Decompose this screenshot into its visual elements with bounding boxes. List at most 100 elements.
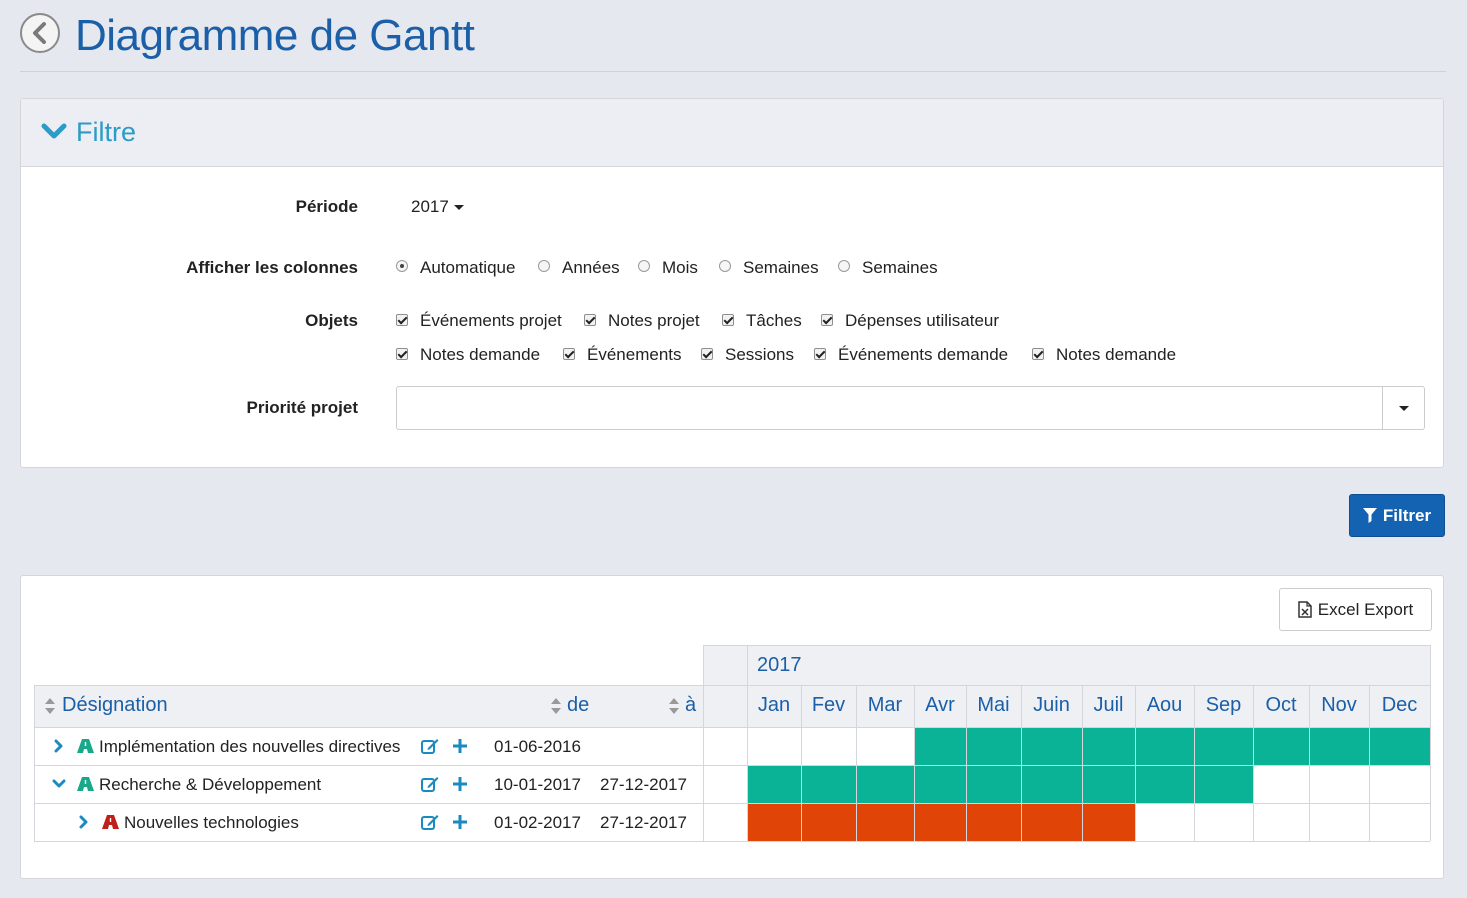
gantt-panel: Excel Export 2017 Jan Fev Mar Avr Mai Juin Juil… (20, 575, 1444, 879)
gantt-month-label: Juin (1033, 694, 1070, 716)
back-button[interactable] (20, 13, 60, 53)
periode-dropdown[interactable]: 2017 (411, 197, 464, 217)
colonnes-option-label: Mois (662, 258, 698, 277)
grid-line (34, 841, 1430, 842)
colonnes-label: Afficher les colonnes (186, 258, 358, 277)
gantt-month-label: Nov (1321, 694, 1357, 716)
gantt-month-label: Jan (757, 694, 791, 716)
row-start-date: 01-02-2017 (494, 813, 581, 832)
row-end-date: 27-12-2017 (600, 813, 687, 832)
gantt-bar-segment (747, 803, 801, 841)
priorite-dropdown-toggle[interactable] (1382, 387, 1424, 429)
priorite-select[interactable] (396, 386, 1425, 430)
excel-export-button[interactable]: Excel Export (1279, 588, 1432, 631)
gantt-bar-segment (801, 765, 856, 803)
colonnes-radio-4[interactable] (719, 260, 731, 272)
edit-icon[interactable] (421, 738, 439, 754)
grid-line (34, 727, 1430, 728)
column-header-de[interactable]: de (567, 694, 589, 717)
colonnes-option-label: Semaines (862, 258, 938, 277)
priorite-label: Priorité projet (246, 398, 358, 417)
column-header-designation[interactable]: Désignation (62, 694, 168, 717)
objets-checkbox[interactable] (584, 314, 596, 326)
gantt-bar-segment (856, 765, 914, 803)
row-name[interactable]: Implémentation des nouvelles directives (99, 737, 400, 757)
row-start-date: 01-06-2016 (494, 737, 581, 756)
row-name[interactable]: Nouvelles technologies (124, 813, 299, 833)
gantt-bar-segment (966, 727, 1021, 765)
periode-label: Période (295, 197, 358, 216)
objets-checkbox[interactable] (1032, 348, 1044, 360)
objets-option-label: Dépenses utilisateur (845, 311, 1000, 330)
chevron-right-icon[interactable] (77, 815, 91, 829)
sort-icon[interactable] (551, 698, 561, 714)
objets-checkbox[interactable] (701, 348, 713, 360)
objets-checkbox[interactable] (722, 314, 734, 326)
grid-line (34, 803, 1430, 804)
objets-option-label: Événements demande (838, 345, 1009, 364)
chevron-down-icon (41, 123, 67, 139)
plus-icon[interactable] (453, 739, 467, 753)
gantt-month-label: Aou (1146, 694, 1183, 716)
gantt-bar-segment (1021, 727, 1082, 765)
column-header-a[interactable]: à (685, 694, 696, 717)
edit-icon[interactable] (421, 776, 439, 792)
gantt-month-label: Mar (867, 694, 903, 716)
gantt-bar-segment (1082, 765, 1135, 803)
objets-checkbox[interactable] (563, 348, 575, 360)
chevron-right-icon[interactable] (52, 739, 66, 753)
colonnes-option-label: Automatique (420, 258, 516, 277)
plus-icon[interactable] (453, 777, 467, 791)
grid-line (1430, 645, 1431, 841)
colonnes-radio-2[interactable] (538, 260, 550, 272)
caret-down-icon (1398, 405, 1409, 411)
gantt-bar-segment (1021, 803, 1082, 841)
grid-line (747, 645, 748, 841)
gantt-bar-segment (1021, 765, 1082, 803)
objets-checkbox[interactable] (814, 348, 826, 360)
gantt-bar-segment (856, 803, 914, 841)
sort-icon[interactable] (669, 698, 679, 714)
chevron-left-icon (33, 22, 46, 44)
plus-icon[interactable] (453, 815, 467, 829)
gantt-bar-segment (1135, 765, 1194, 803)
gantt-year-header (703, 645, 1430, 685)
edit-icon[interactable] (421, 814, 439, 830)
gantt-month-label: Oct (1265, 694, 1297, 716)
gantt-month-label: Sep (1205, 694, 1242, 716)
gantt-bar-segment (747, 765, 801, 803)
colonnes-option-label: Semaines (743, 258, 819, 277)
row-name[interactable]: Recherche & Développement (99, 775, 321, 795)
objets-option-label: Notes demande (420, 345, 541, 364)
gantt-bar-segment (1082, 803, 1135, 841)
objets-option-label: Notes demande (1056, 345, 1177, 364)
objets-option-label: Événements projet (420, 311, 562, 330)
gantt-bar-segment (1194, 765, 1253, 803)
page-title: Diagramme de Gantt (75, 11, 475, 60)
objets-option-label: Événements (587, 345, 682, 364)
colonnes-radio-1[interactable] (396, 260, 408, 272)
objets-checkbox[interactable] (821, 314, 833, 326)
row-end-date: 27-12-2017 (600, 775, 687, 794)
gantt-bar-segment (1194, 727, 1253, 765)
filter-button[interactable]: Filtrer (1349, 494, 1445, 537)
road-icon (102, 815, 119, 829)
gantt-bar-segment (914, 727, 966, 765)
colonnes-radio-3[interactable] (638, 260, 650, 272)
objets-checkbox[interactable] (396, 348, 408, 360)
row-start-date: 10-01-2017 (494, 775, 581, 794)
chevron-down-icon[interactable] (52, 777, 66, 791)
road-icon (77, 777, 94, 791)
funnel-icon (1362, 508, 1377, 523)
sort-icon[interactable] (45, 698, 55, 714)
objets-checkbox[interactable] (396, 314, 408, 326)
gantt-month-label: Fev (811, 694, 846, 716)
filter-button-label: Filtrer (1382, 505, 1432, 525)
gantt-bar-segment (1253, 727, 1309, 765)
gantt-bar-segment (966, 765, 1021, 803)
filter-panel-header[interactable]: Filtre (21, 99, 1443, 167)
gantt-bar-segment (914, 803, 966, 841)
objets-label: Objets (305, 311, 358, 330)
gantt-year-label: 2017 (757, 654, 802, 676)
colonnes-radio-5[interactable] (838, 260, 850, 272)
